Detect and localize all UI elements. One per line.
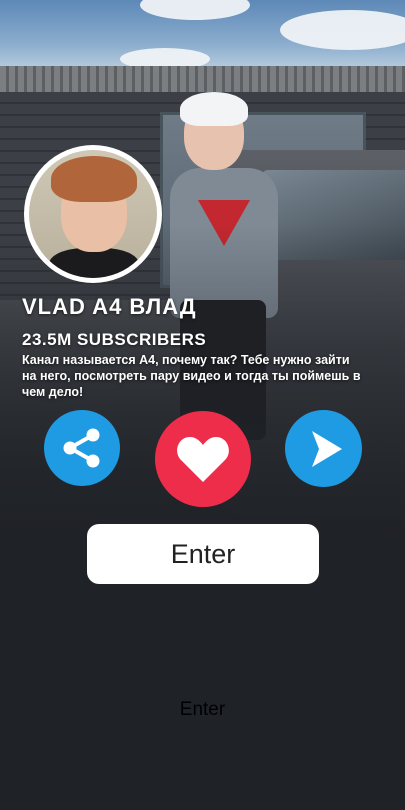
play-button[interactable] (285, 410, 362, 487)
share-button[interactable] (44, 410, 120, 486)
channel-name: VLAD A4 ВЛАД (22, 294, 197, 319)
like-button[interactable] (155, 411, 251, 507)
avatar (24, 145, 162, 283)
subscriber-count: 23.5M SUBSCRIBERS (22, 330, 207, 349)
play-icon (311, 430, 342, 467)
enter-button[interactable]: Enter (87, 524, 319, 584)
channel-description: Канал называется А4, почему так? Тебе ну… (22, 353, 361, 399)
heart-icon (177, 437, 229, 482)
avatar-photo (29, 150, 157, 278)
avatar-neck (49, 248, 139, 278)
enter-link[interactable]: Enter (0, 699, 405, 721)
share-icon (63, 428, 100, 468)
screen: VLAD A4 ВЛАД 23.5M SUBSCRIBERS Канал наз… (0, 0, 405, 810)
avatar-hair (51, 156, 137, 202)
